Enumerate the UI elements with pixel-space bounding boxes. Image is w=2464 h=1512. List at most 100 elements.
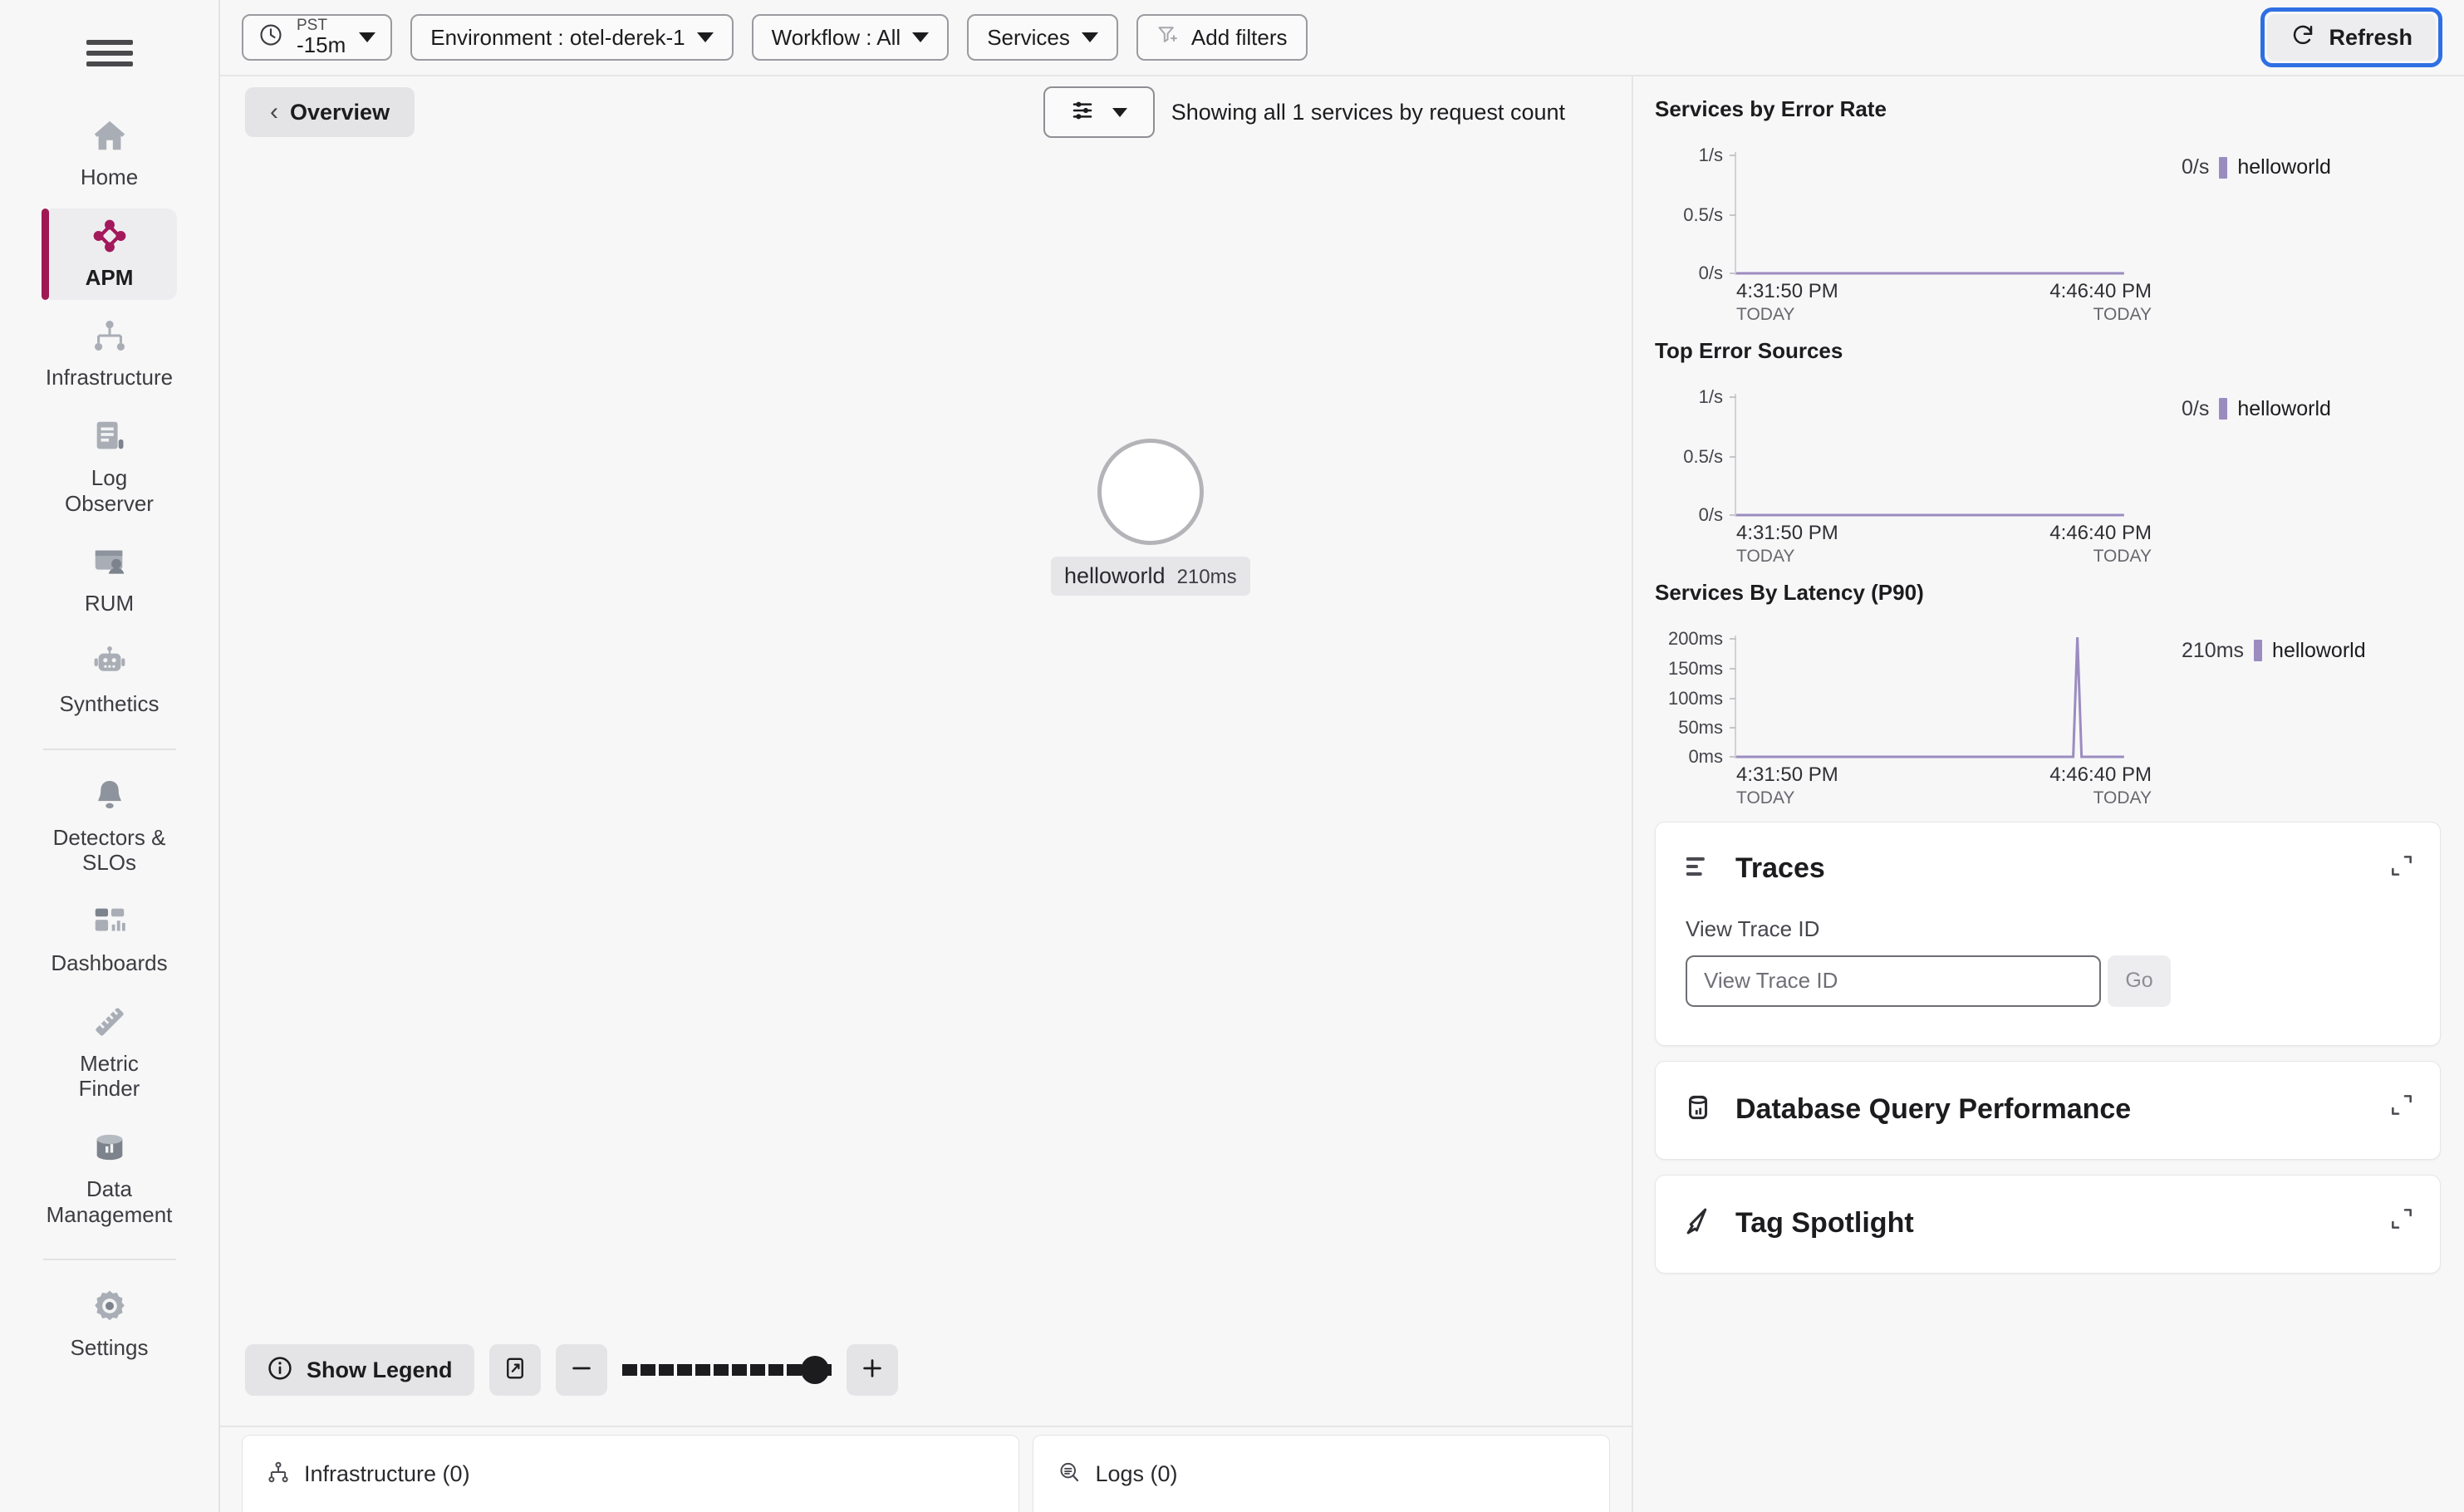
time-range-value: -15m xyxy=(297,34,346,56)
chart-plot-area: 1/s 0.5/s 0/s xyxy=(1655,152,2153,275)
workflow-filter[interactable]: Workflow : All xyxy=(752,14,950,61)
environment-filter[interactable]: Environment : otel-derek-1 xyxy=(410,14,733,61)
expand-icon[interactable] xyxy=(2388,852,2415,883)
x-tick: 4:46:40 PM TODAY xyxy=(2049,280,2152,325)
bell-icon xyxy=(91,777,129,815)
sidebar-item-apm[interactable]: APM xyxy=(42,209,177,301)
sidebar-item-dashboards[interactable]: Dashboards xyxy=(42,894,177,986)
x-tick-label: 4:31:50 PM xyxy=(1736,280,1838,304)
y-axis: 200ms 150ms 100ms 50ms 0ms xyxy=(1655,636,1735,758)
apm-nodes-icon xyxy=(91,217,129,255)
service-node-helloworld[interactable]: helloworld 210ms xyxy=(1051,439,1250,596)
app-root: Home APM xyxy=(0,0,2464,1512)
zoom-in-button[interactable] xyxy=(847,1344,898,1396)
y-tick-label: 1/s xyxy=(1699,145,1723,166)
robot-icon xyxy=(91,643,129,681)
chart-services-by-latency: Services By Latency (P90) 200ms 150ms 10… xyxy=(1655,580,2441,808)
trace-id-input[interactable] xyxy=(1686,955,2101,1007)
x-tick-sublabel: TODAY xyxy=(2093,304,2152,325)
service-map-toolbar: Show Legend xyxy=(220,1334,1632,1426)
zoom-out-button[interactable] xyxy=(556,1344,607,1396)
sidebar-item-label: Metric Finder xyxy=(47,1051,172,1102)
trace-id-label: View Trace ID xyxy=(1686,916,2413,942)
sliders-icon xyxy=(1071,97,1097,128)
traces-icon xyxy=(1682,851,1714,886)
trace-go-button[interactable]: Go xyxy=(2108,955,2171,1007)
tag-spotlight-icon xyxy=(1682,1205,1714,1241)
fit-to-screen-button[interactable] xyxy=(489,1344,541,1396)
chart-legend: 210ms helloworld xyxy=(2182,636,2366,663)
tag-card-title: Tag Spotlight xyxy=(1735,1207,1914,1240)
chart-title: Top Error Sources xyxy=(1655,338,2441,364)
sidebar-item-home[interactable]: Home xyxy=(42,108,177,200)
service-node-circle[interactable] xyxy=(1097,439,1204,545)
traces-card-header: Traces xyxy=(1656,822,2440,886)
legend-label: helloworld xyxy=(2272,639,2366,663)
sidebar-divider xyxy=(43,1259,176,1260)
services-label: Services xyxy=(987,25,1070,51)
legend-swatch xyxy=(2219,398,2227,420)
sidebar-item-metric-finder[interactable]: Metric Finder xyxy=(42,994,177,1112)
environment-label: Environment : otel-derek-1 xyxy=(430,25,685,51)
tab-logs[interactable]: Logs (0) xyxy=(1033,1435,1610,1512)
y-tick-label: 0.5/s xyxy=(1683,204,1723,226)
sidebar-item-synthetics[interactable]: Synthetics xyxy=(42,635,177,727)
service-node-tag: helloworld 210ms xyxy=(1051,557,1250,596)
expand-icon[interactable] xyxy=(2388,1092,2415,1122)
refresh-button[interactable]: Refresh xyxy=(2267,14,2436,61)
services-filter[interactable]: Services xyxy=(967,14,1118,61)
x-tick-label: 4:46:40 PM xyxy=(2049,522,2152,546)
time-range-picker[interactable]: PST -15m xyxy=(242,14,392,61)
chart-services-by-error-rate: Services by Error Rate 1/s 0.5/s 0/s xyxy=(1655,96,2441,325)
y-tick-label: 0/s xyxy=(1699,263,1723,284)
sidebar-item-label: Data Management xyxy=(47,1176,173,1227)
x-tick-label: 4:46:40 PM xyxy=(2049,763,2152,788)
service-map-header: ‹ Overview xyxy=(220,76,1632,148)
sidebar-item-label: Settings xyxy=(71,1335,149,1361)
x-tick: 4:31:50 PM TODAY xyxy=(1736,522,1838,567)
top-toolbar: PST -15m Environment : otel-derek-1 Work… xyxy=(220,0,2464,76)
sidebar-item-data-management[interactable]: Data Management xyxy=(42,1120,177,1237)
right-panel: Services by Error Rate 1/s 0.5/s 0/s xyxy=(1633,76,2464,1512)
sort-options-button[interactable] xyxy=(1043,86,1155,138)
sidebar-item-settings[interactable]: Settings xyxy=(42,1279,177,1371)
tag-card-header: Tag Spotlight xyxy=(1656,1176,2440,1273)
x-tick-sublabel: TODAY xyxy=(1736,788,1838,808)
sidebar-item-detectors-slos[interactable]: Detectors & SLOs xyxy=(42,768,177,886)
expand-icon[interactable] xyxy=(2388,1205,2415,1236)
traces-title: Traces xyxy=(1735,852,1825,885)
add-filters-label: Add filters xyxy=(1191,25,1288,51)
x-tick: 4:46:40 PM TODAY xyxy=(2049,763,2152,808)
overview-back-button[interactable]: ‹ Overview xyxy=(245,87,415,137)
add-filters-button[interactable]: Add filters xyxy=(1136,14,1308,61)
rum-user-icon xyxy=(91,542,129,581)
show-legend-button[interactable]: Show Legend xyxy=(245,1344,474,1396)
x-tick-sublabel: TODAY xyxy=(2093,788,2152,808)
minus-icon xyxy=(569,1356,594,1385)
chart-title: Services By Latency (P90) xyxy=(1655,580,2441,606)
sidebar-item-rum[interactable]: RUM xyxy=(42,534,177,626)
workflow-label: Workflow : All xyxy=(772,25,901,51)
zoom-slider-thumb[interactable] xyxy=(801,1356,829,1384)
service-map-canvas[interactable]: helloworld 210ms xyxy=(220,148,1632,1334)
sidebar-item-infrastructure[interactable]: Infrastructure xyxy=(42,308,177,400)
sidebar-item-log-observer[interactable]: Log Observer xyxy=(42,409,177,526)
database-icon xyxy=(91,1128,129,1166)
tab-infrastructure[interactable]: Infrastructure (0) xyxy=(242,1435,1019,1512)
log-search-icon xyxy=(1057,1460,1082,1489)
x-axis-labels: 4:31:50 PM TODAY 4:46:40 PM TODAY xyxy=(1736,280,2152,325)
legend-value: 0/s xyxy=(2182,397,2209,421)
fit-to-screen-icon xyxy=(503,1356,528,1385)
chevron-down-icon xyxy=(1112,108,1127,117)
sidebar-item-label: Infrastructure xyxy=(46,365,173,390)
x-tick-label: 4:46:40 PM xyxy=(2049,280,2152,304)
y-tick-label: 50ms xyxy=(1678,717,1723,739)
show-legend-label: Show Legend xyxy=(307,1357,453,1383)
hamburger-icon[interactable] xyxy=(86,35,133,71)
chart-series-layer xyxy=(1736,152,2153,275)
y-tick-label: 0/s xyxy=(1699,504,1723,526)
legend-value: 210ms xyxy=(2182,639,2244,663)
tag-spotlight-card: Tag Spotlight xyxy=(1655,1175,2441,1274)
x-tick-sublabel: TODAY xyxy=(1736,304,1838,325)
zoom-slider[interactable] xyxy=(622,1344,832,1396)
